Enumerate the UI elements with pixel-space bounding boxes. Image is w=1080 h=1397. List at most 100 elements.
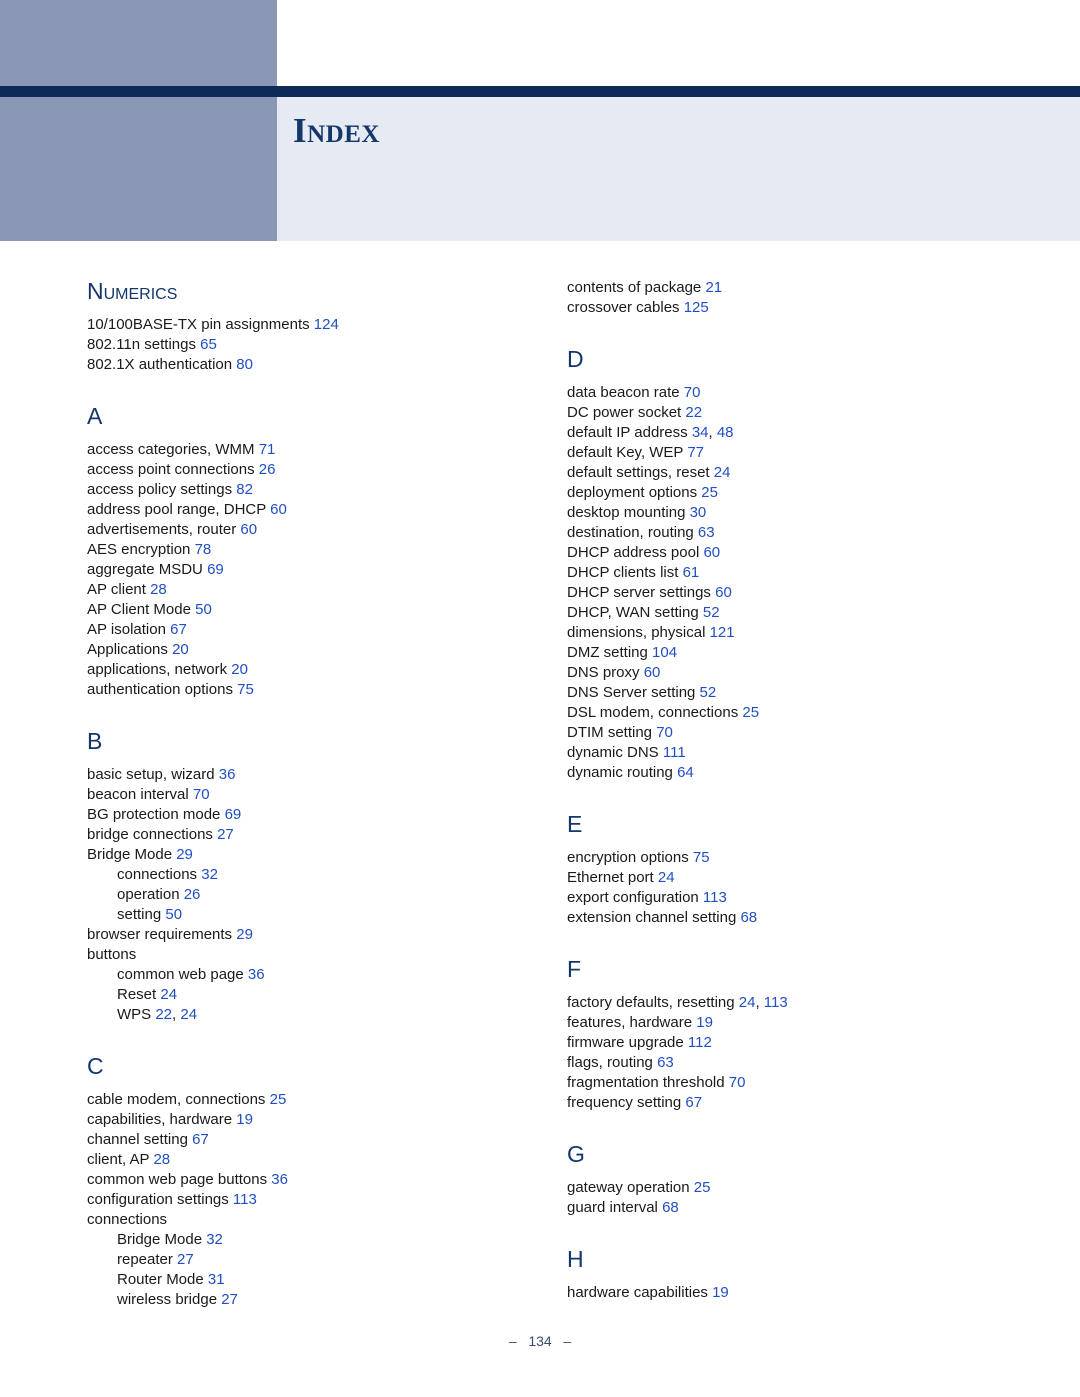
footer-dash: – (563, 1333, 571, 1349)
header-sidebar (0, 0, 277, 241)
page-ref-link[interactable]: 65 (200, 336, 217, 353)
page-ref-link[interactable]: 70 (193, 786, 210, 803)
section-heading: D (567, 346, 995, 373)
page-ref-link[interactable]: 52 (700, 684, 717, 701)
index-entry: client, AP 28 (87, 1150, 515, 1170)
page-ref-link[interactable]: 67 (192, 1131, 209, 1148)
page-ref-link[interactable]: 30 (690, 504, 707, 521)
page-ref-link[interactable]: 75 (693, 849, 710, 866)
page-ref-link[interactable]: 36 (219, 766, 236, 783)
page-ref-link[interactable]: 63 (657, 1054, 674, 1071)
index-entry: DC power socket 22 (567, 403, 995, 423)
page-ref-link[interactable]: 69 (207, 561, 224, 578)
page-ref-link[interactable]: 80 (236, 356, 253, 373)
page-ref-link[interactable]: 78 (195, 541, 212, 558)
page-ref-link[interactable]: 19 (696, 1014, 713, 1031)
page-ref-link[interactable]: 19 (712, 1284, 729, 1301)
page-ref-link[interactable]: 24 (739, 994, 756, 1011)
page-ref-link[interactable]: 60 (644, 664, 661, 681)
page-ref-link[interactable]: 24 (658, 869, 675, 886)
page-ref-link[interactable]: 21 (705, 279, 722, 296)
page-ref-link[interactable]: 113 (703, 889, 727, 906)
page-ref-link[interactable]: 60 (240, 521, 257, 538)
page-ref-link[interactable]: 113 (764, 994, 788, 1011)
page-ref-link[interactable]: 68 (662, 1199, 679, 1216)
page-ref-link[interactable]: 27 (217, 826, 234, 843)
index-entry: applications, network 20 (87, 660, 515, 680)
page-ref-link[interactable]: 29 (236, 926, 253, 943)
page-ref-link[interactable]: 28 (153, 1151, 170, 1168)
index-entry: Bridge Mode 29 (87, 845, 515, 865)
page-ref-link[interactable]: 22 (685, 404, 702, 421)
index-entry: 802.1X authentication 80 (87, 355, 515, 375)
page-ref-link[interactable]: 121 (710, 624, 735, 641)
page-ref-link[interactable]: 69 (225, 806, 242, 823)
page-ref-link[interactable]: 124 (314, 316, 339, 333)
page-ref-link[interactable]: 32 (206, 1231, 223, 1248)
page-ref-link[interactable]: 22 (155, 1006, 172, 1023)
page-ref-link[interactable]: 60 (270, 501, 287, 518)
page-ref-link[interactable]: 70 (729, 1074, 746, 1091)
index-entry: DHCP server settings 60 (567, 583, 995, 603)
page-ref-link[interactable]: 24 (180, 1006, 197, 1023)
index-entry-text: Bridge Mode (87, 846, 176, 863)
index-entry: 802.11n settings 65 (87, 335, 515, 355)
page-ref-link[interactable]: 111 (663, 744, 686, 761)
page-ref-link[interactable]: 68 (740, 909, 757, 926)
index-entry-text: common web page (117, 966, 248, 983)
page-ref-link[interactable]: 25 (742, 704, 759, 721)
page-ref-link[interactable]: 19 (236, 1111, 253, 1128)
page-ref-link[interactable]: 50 (165, 906, 182, 923)
page-ref-link[interactable]: 70 (656, 724, 673, 741)
index-entry: guard interval 68 (567, 1198, 995, 1218)
page-ref-link[interactable]: 104 (652, 644, 677, 661)
index-entry-text: fragmentation threshold (567, 1074, 729, 1091)
page-ref-link[interactable]: 125 (684, 299, 709, 316)
index-entry: firmware upgrade 112 (567, 1033, 995, 1053)
index-entry-text: default Key, WEP (567, 444, 687, 461)
index-entry-text: common web page buttons (87, 1171, 271, 1188)
page-ref-link[interactable]: 25 (701, 484, 718, 501)
page-ref-link[interactable]: 61 (683, 564, 700, 581)
index-entry: AP isolation 67 (87, 620, 515, 640)
page-ref-link[interactable]: 27 (221, 1291, 238, 1308)
page-ref-link[interactable]: 24 (714, 464, 731, 481)
page-ref-link[interactable]: 20 (172, 641, 189, 658)
page-ref-link[interactable]: 82 (236, 481, 253, 498)
page-ref-link[interactable]: 60 (703, 544, 720, 561)
page-ref-link[interactable]: 75 (237, 681, 254, 698)
index-entry-text: DHCP server settings (567, 584, 715, 601)
page-ref-link[interactable]: 52 (703, 604, 720, 621)
page-ref-link[interactable]: 32 (201, 866, 218, 883)
page-ref-link[interactable]: 113 (233, 1191, 257, 1208)
page-ref-link[interactable]: 70 (684, 384, 701, 401)
page-ref-link[interactable]: 36 (248, 966, 265, 983)
page-ref-link[interactable]: 20 (231, 661, 248, 678)
index-entry-text: client, AP (87, 1151, 153, 1168)
page-ref-link[interactable]: 64 (677, 764, 694, 781)
page-ref-link[interactable]: 67 (685, 1094, 702, 1111)
page-ref-link[interactable]: 24 (160, 986, 177, 1003)
page-ref-link[interactable]: 112 (688, 1034, 712, 1051)
page-ref-link[interactable]: 25 (694, 1179, 711, 1196)
page-ref-link[interactable]: 67 (170, 621, 187, 638)
page-ref-link[interactable]: 71 (259, 441, 276, 458)
page-ref-link[interactable]: 26 (184, 886, 201, 903)
page-ref-link[interactable]: 26 (259, 461, 276, 478)
page-ref-link[interactable]: 60 (715, 584, 732, 601)
page-ref-link[interactable]: 77 (687, 444, 704, 461)
index-entry: WPS 22, 24 (87, 1005, 515, 1025)
page-ref-link[interactable]: 36 (271, 1171, 288, 1188)
page-ref-link[interactable]: 29 (176, 846, 193, 863)
page-ref-link[interactable]: 25 (270, 1091, 287, 1108)
page-ref-link[interactable]: 28 (150, 581, 167, 598)
page-ref-link[interactable]: 27 (177, 1251, 194, 1268)
page-ref-link[interactable]: 48 (717, 424, 734, 441)
page-ref-link[interactable]: 34 (692, 424, 709, 441)
page-ref-link[interactable]: 63 (698, 524, 715, 541)
index-entry-text: DSL modem, connections (567, 704, 742, 721)
index-entry: Reset 24 (87, 985, 515, 1005)
page-ref-link[interactable]: 50 (195, 601, 212, 618)
page-ref-link[interactable]: 31 (208, 1271, 225, 1288)
index-entry: authentication options 75 (87, 680, 515, 700)
